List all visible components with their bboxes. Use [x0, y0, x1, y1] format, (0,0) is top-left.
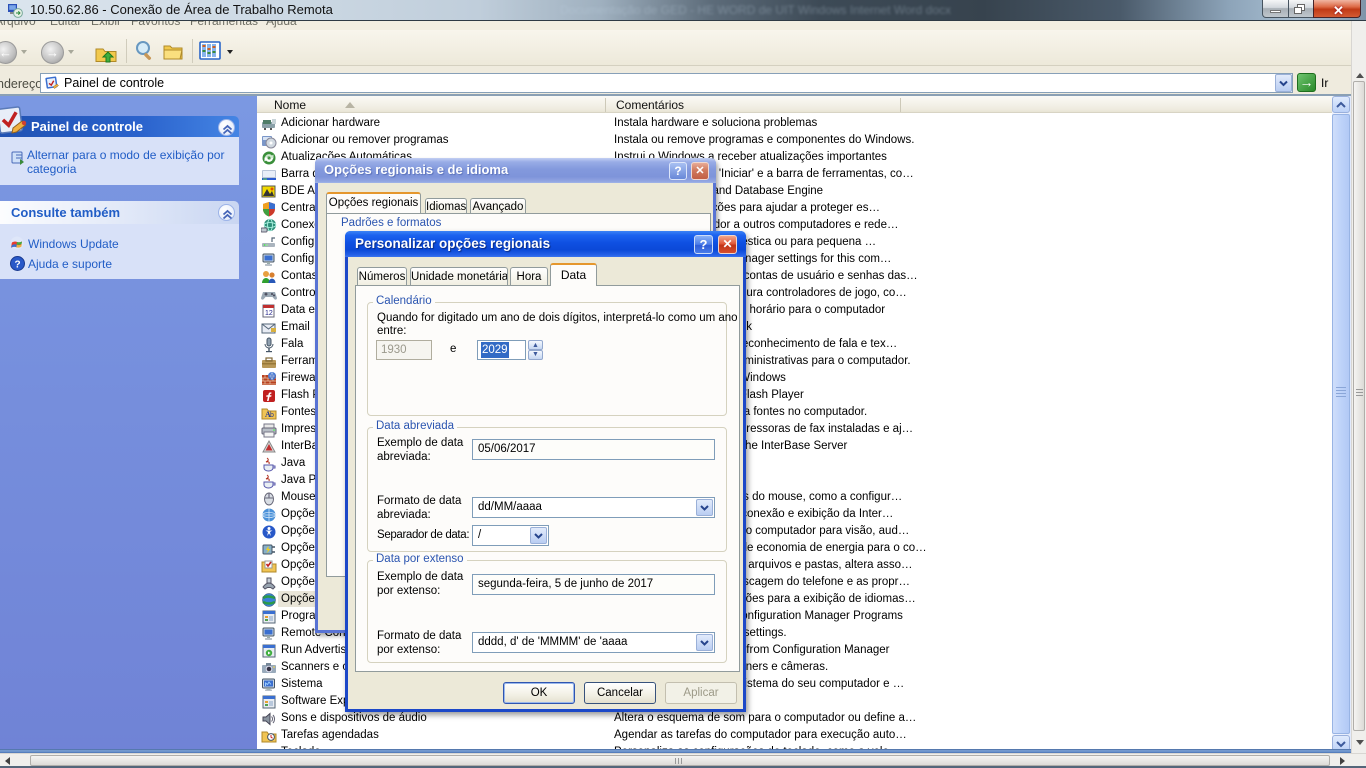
svg-text:b: b [270, 412, 274, 419]
svg-text:12: 12 [265, 310, 273, 317]
svg-text:?: ? [15, 260, 21, 271]
